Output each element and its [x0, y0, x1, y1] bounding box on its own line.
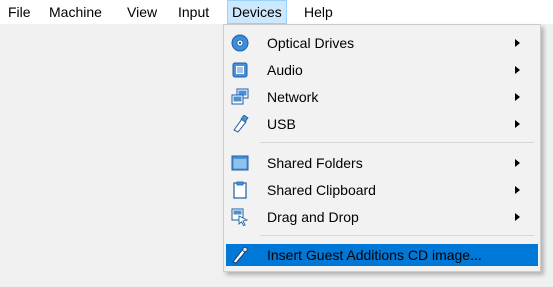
submenu-arrow-icon	[515, 186, 520, 194]
menu-item-label: Optical Drives	[267, 35, 355, 51]
submenu-arrow-icon	[515, 39, 520, 47]
menu-separator	[260, 235, 534, 236]
devices-dropdown-menu: Optical Drives Audio Network USB Shared …	[223, 24, 541, 272]
menu-item-label: Audio	[267, 62, 303, 78]
menu-bar: File Machine View Input Devices Help	[0, 0, 553, 24]
clipboard-icon	[231, 181, 249, 199]
submenu-arrow-icon	[515, 159, 520, 167]
menu-item-usb[interactable]: USB	[226, 111, 538, 137]
menu-machine[interactable]: Machine	[45, 0, 106, 24]
menu-view[interactable]: View	[123, 0, 161, 24]
shared-folder-icon	[231, 154, 249, 172]
audio-icon	[231, 61, 249, 79]
menu-item-label: USB	[267, 116, 296, 132]
submenu-arrow-icon	[515, 213, 520, 221]
network-icon	[231, 88, 249, 106]
optical-disc-icon	[231, 34, 249, 52]
menu-item-label: Network	[267, 89, 319, 105]
menu-item-label: Insert Guest Additions CD image...	[267, 247, 482, 263]
menu-item-shared-clipboard[interactable]: Shared Clipboard	[226, 177, 538, 203]
menu-item-label: Drag and Drop	[267, 209, 359, 225]
drag-drop-icon	[231, 208, 249, 227]
submenu-arrow-icon	[515, 93, 520, 101]
usb-icon	[231, 114, 249, 133]
menu-item-optical-drives[interactable]: Optical Drives	[226, 30, 538, 56]
menu-item-network[interactable]: Network	[226, 84, 538, 110]
guest-additions-icon	[231, 246, 249, 264]
menu-devices[interactable]: Devices	[227, 0, 287, 24]
menu-item-drag-and-drop[interactable]: Drag and Drop	[226, 204, 538, 230]
menu-file[interactable]: File	[4, 0, 35, 24]
menu-item-insert-guest-additions[interactable]: Insert Guest Additions CD image...	[226, 244, 538, 266]
menu-item-shared-folders[interactable]: Shared Folders	[226, 150, 538, 176]
menu-input[interactable]: Input	[174, 0, 213, 24]
menu-help[interactable]: Help	[300, 0, 337, 24]
menu-item-label: Shared Clipboard	[267, 182, 376, 198]
menu-separator	[260, 142, 534, 143]
submenu-arrow-icon	[515, 66, 520, 74]
menu-item-label: Shared Folders	[267, 155, 363, 171]
menu-item-audio[interactable]: Audio	[226, 57, 538, 83]
submenu-arrow-icon	[515, 120, 520, 128]
